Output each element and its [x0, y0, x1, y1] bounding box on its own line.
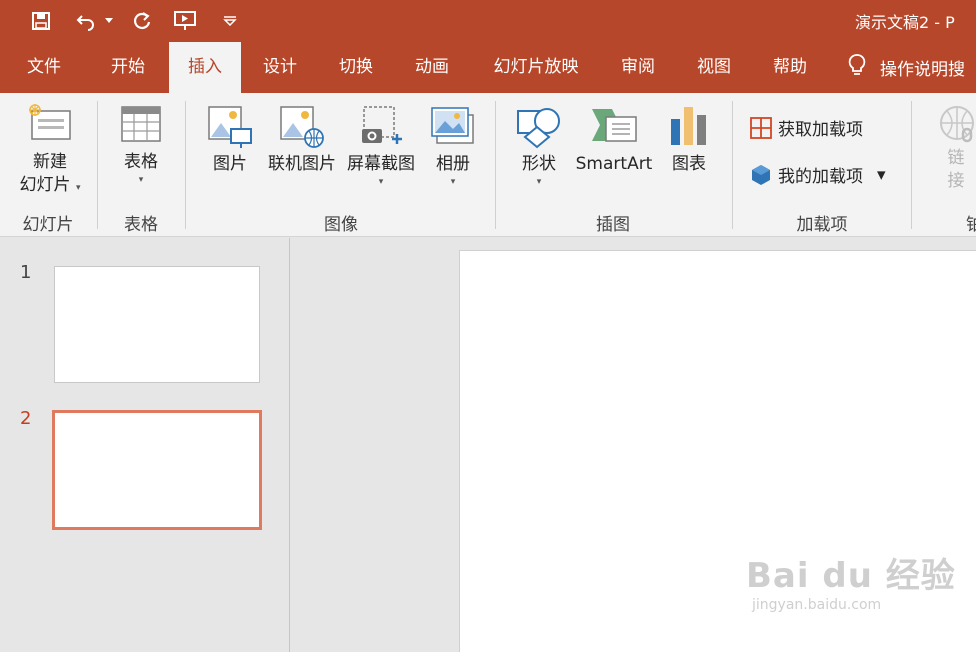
watermark-logo-text: Bai du 经验	[746, 556, 956, 596]
my-addins-icon	[752, 164, 770, 185]
my-addins-button[interactable]: 我的加载项 ▾	[750, 162, 886, 187]
tab-home[interactable]: 开始	[96, 42, 160, 93]
link-label-2: 接	[947, 171, 965, 191]
group-label-addins: 加载项	[796, 215, 848, 235]
online-pictures-button[interactable]: 联机图片	[262, 105, 342, 176]
baidu-watermark: Bai du 经验 jingyan.baidu.com	[746, 548, 956, 613]
screenshot-button[interactable]: 屏幕截图 ▾	[342, 105, 420, 188]
tab-file[interactable]: 文件	[12, 42, 76, 93]
redo-icon[interactable]	[128, 0, 156, 42]
link-label-1: 链	[947, 148, 965, 168]
pictures-button[interactable]: 图片	[200, 105, 260, 176]
get-addins-label: 获取加载项	[778, 120, 863, 140]
slide-number-2: 2	[20, 408, 32, 429]
shapes-button[interactable]: 形状 ▾	[506, 105, 572, 188]
group-label-links: 铂	[966, 215, 976, 235]
group-divider	[97, 101, 98, 229]
online-pictures-label: 联机图片	[268, 154, 336, 174]
slide-thumbnail-1[interactable]	[54, 266, 260, 383]
chart-icon	[671, 107, 706, 145]
link-icon	[940, 106, 974, 143]
store-icon	[750, 116, 772, 139]
screenshot-dropdown-icon: ▾	[378, 177, 384, 187]
group-divider	[732, 101, 733, 229]
group-divider	[911, 101, 912, 229]
undo-dropdown-icon[interactable]	[102, 0, 116, 42]
get-addins-button[interactable]: 获取加载项	[750, 115, 863, 140]
title-bar: 演示文稿2 - P	[0, 0, 976, 42]
watermark-url: jingyan.baidu.com	[752, 597, 882, 613]
smartart-label: SmartArt	[575, 154, 653, 174]
new-slide-label-1: 新建	[33, 152, 67, 172]
pictures-icon	[208, 106, 252, 148]
new-slide-label-2: 幻灯片 ▾	[19, 175, 81, 195]
tab-animations[interactable]: 动画	[400, 42, 464, 93]
group-label-slides: 幻灯片	[22, 215, 74, 235]
group-divider	[185, 101, 186, 229]
chart-label: 图表	[672, 154, 706, 174]
present-from-beginning-icon[interactable]	[170, 0, 202, 42]
smartart-icon	[592, 109, 637, 142]
screenshot-icon	[362, 106, 402, 144]
smartart-button[interactable]: SmartArt	[572, 105, 656, 176]
table-dropdown-icon: ▾	[138, 175, 144, 185]
save-icon[interactable]	[26, 0, 56, 42]
lightbulb-icon	[848, 53, 866, 82]
ribbon-tabs: 文件 开始 插入 设计 切换 动画 幻灯片放映 审阅 视图 帮助 操作说明搜	[0, 42, 976, 93]
tab-transitions[interactable]: 切换	[324, 42, 388, 93]
photo-album-dropdown-icon: ▾	[450, 177, 456, 187]
shapes-dropdown-icon: ▾	[536, 177, 542, 187]
photo-album-label: 相册	[436, 154, 470, 174]
tab-view[interactable]: 视图	[682, 42, 746, 93]
undo-icon[interactable]	[72, 0, 100, 42]
ribbon-insert: 新建 幻灯片 ▾ 幻灯片 表格 ▾ 表格 图片 联机图片 屏幕截图 ▾ 相册 ▾…	[0, 93, 976, 237]
photo-album-button[interactable]: 相册 ▾	[422, 105, 484, 188]
tell-me-label: 操作说明搜	[880, 60, 965, 80]
pictures-label: 图片	[213, 154, 247, 174]
tab-design[interactable]: 设计	[248, 42, 312, 93]
tell-me-box[interactable]: 操作说明搜	[848, 42, 965, 93]
slide-thumbnail-2[interactable]	[52, 410, 262, 530]
chart-button[interactable]: 图表	[658, 105, 720, 176]
my-addins-dropdown-icon: ▾	[877, 164, 886, 185]
screenshot-label: 屏幕截图	[347, 154, 415, 174]
tab-insert[interactable]: 插入	[169, 42, 241, 93]
table-button[interactable]: 表格 ▾	[108, 105, 174, 186]
link-button[interactable]: 链 接	[926, 103, 976, 193]
new-slide-button[interactable]: 新建 幻灯片 ▾	[12, 103, 88, 197]
new-slide-icon	[29, 104, 71, 140]
group-label-tables: 表格	[124, 215, 158, 235]
group-label-illustrations: 插图	[596, 215, 630, 235]
tab-help[interactable]: 帮助	[758, 42, 822, 93]
table-icon	[121, 106, 161, 142]
slide-thumbnail-pane[interactable]: 1 2	[0, 238, 290, 652]
photo-album-icon	[431, 107, 474, 144]
table-label: 表格	[124, 152, 158, 172]
tab-review[interactable]: 审阅	[606, 42, 670, 93]
group-divider	[495, 101, 496, 229]
my-addins-label: 我的加载项	[778, 167, 863, 187]
document-title: 演示文稿2 - P	[855, 13, 955, 32]
online-pictures-icon	[280, 106, 324, 148]
slide-number-1: 1	[20, 262, 32, 283]
shapes-label: 形状	[522, 154, 556, 174]
group-label-images: 图像	[324, 215, 358, 235]
shapes-icon	[517, 108, 560, 149]
customize-qat-icon[interactable]	[218, 0, 242, 42]
tab-slideshow[interactable]: 幻灯片放映	[480, 42, 592, 93]
